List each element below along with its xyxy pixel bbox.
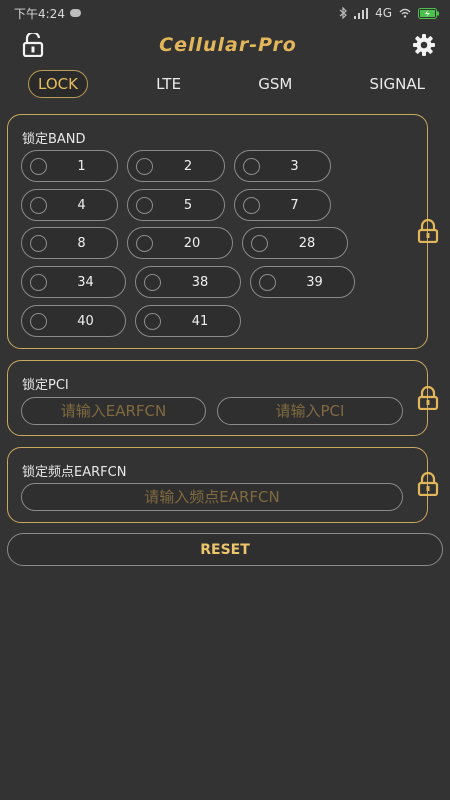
- band-section-title: 锁定BAND: [22, 132, 86, 147]
- tab-signal[interactable]: SIGNAL: [361, 71, 434, 97]
- band-radio[interactable]: [243, 158, 260, 175]
- reset-button[interactable]: RESET: [7, 533, 443, 566]
- band-radio[interactable]: [136, 197, 153, 214]
- band-radio[interactable]: [259, 274, 276, 291]
- band-label: 2: [183, 159, 193, 174]
- band-option-1[interactable]: 1: [21, 150, 118, 182]
- band-label: 4: [77, 198, 86, 213]
- band-radio[interactable]: [30, 274, 47, 291]
- band-radio[interactable]: [243, 197, 260, 214]
- app-title: Cellular-Pro: [159, 34, 297, 56]
- status-bar: 下午4:24 4G: [0, 0, 450, 26]
- band-option-8[interactable]: 8: [21, 227, 118, 259]
- band-option-40[interactable]: 40: [21, 305, 126, 337]
- band-option-34[interactable]: 34: [21, 266, 126, 298]
- pci-section-title: 锁定PCI: [22, 378, 69, 393]
- band-label: 40: [77, 314, 94, 329]
- unlock-icon[interactable]: [22, 33, 44, 57]
- band-label: 38: [191, 275, 209, 290]
- band-option-38[interactable]: 38: [135, 266, 241, 298]
- band-label: 20: [183, 236, 201, 251]
- band-radio[interactable]: [144, 313, 161, 330]
- band-radio[interactable]: [30, 197, 47, 214]
- band-option-39[interactable]: 39: [250, 266, 355, 298]
- notification-icon: [69, 9, 81, 17]
- wifi-icon: [399, 8, 411, 18]
- tab-bar: LOCK LTE GSM SIGNAL: [0, 64, 450, 104]
- network-type: 4G: [375, 6, 392, 20]
- band-label: 28: [298, 236, 316, 251]
- tab-lock[interactable]: LOCK: [28, 70, 88, 98]
- band-label: 34: [77, 275, 94, 290]
- band-label: 39: [306, 275, 323, 290]
- pci-input[interactable]: [217, 397, 403, 425]
- battery-charging-icon: [418, 7, 439, 19]
- tab-gsm[interactable]: GSM: [249, 71, 301, 97]
- band-option-20[interactable]: 20: [127, 227, 233, 259]
- band-radio[interactable]: [144, 274, 161, 291]
- signal-icon: [354, 7, 369, 19]
- band-label: 5: [183, 198, 193, 213]
- band-option-3[interactable]: 3: [234, 150, 331, 182]
- earfcn-input[interactable]: [21, 397, 206, 425]
- earfcn-section-title: 锁定频点EARFCN: [22, 465, 127, 480]
- tab-lte[interactable]: LTE: [147, 71, 190, 97]
- band-label: 3: [290, 159, 299, 174]
- band-label: 1: [77, 159, 86, 174]
- settings-gear-icon[interactable]: [412, 33, 436, 57]
- earfcn-lock-icon[interactable]: [417, 472, 439, 496]
- band-radio[interactable]: [30, 313, 47, 330]
- band-radio[interactable]: [251, 235, 268, 252]
- band-radio[interactable]: [136, 235, 153, 252]
- band-option-41[interactable]: 41: [135, 305, 241, 337]
- band-option-7[interactable]: 7: [234, 189, 331, 221]
- band-radio[interactable]: [136, 158, 153, 175]
- bluetooth-icon: [339, 7, 347, 19]
- app-bar: Cellular-Pro: [0, 26, 450, 64]
- band-radio[interactable]: [30, 235, 47, 252]
- earfcn-frequency-input[interactable]: [21, 483, 403, 511]
- band-option-4[interactable]: 4: [21, 189, 118, 221]
- band-lock-icon[interactable]: [417, 219, 439, 243]
- band-option-2[interactable]: 2: [127, 150, 225, 182]
- status-time: 下午4:24: [14, 6, 65, 21]
- band-label: 8: [77, 236, 86, 251]
- band-label: 41: [191, 314, 209, 329]
- band-radio[interactable]: [30, 158, 47, 175]
- band-option-28[interactable]: 28: [242, 227, 348, 259]
- band-option-5[interactable]: 5: [127, 189, 225, 221]
- pci-lock-icon[interactable]: [417, 386, 439, 410]
- band-label: 7: [290, 198, 299, 213]
